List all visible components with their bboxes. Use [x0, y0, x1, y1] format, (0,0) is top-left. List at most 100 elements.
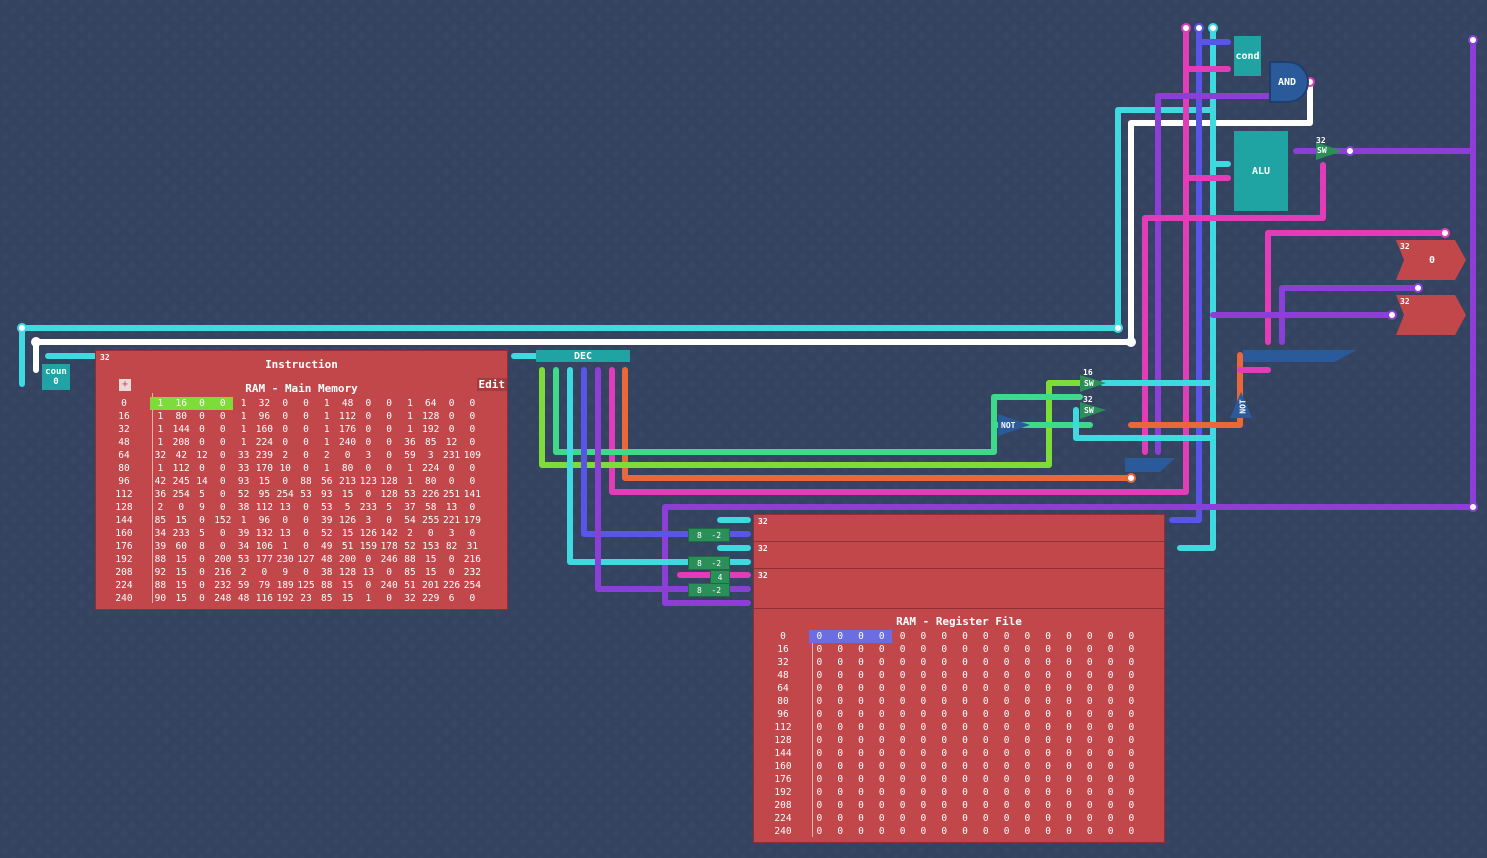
register-cell: 0	[829, 630, 851, 643]
register-cell: 0	[962, 813, 968, 824]
memory-cell: 189	[276, 580, 294, 591]
memory-cell: 224	[255, 437, 273, 448]
memory-cell: 48	[341, 398, 354, 409]
memory-cell: 229	[422, 593, 440, 604]
memory-cell: 88	[154, 554, 167, 565]
register-cell: 0	[899, 670, 906, 681]
reg-chip-2[interactable]: 8 -2	[688, 556, 730, 570]
register-cell: 0	[920, 826, 927, 837]
instruction-panel[interactable]: 32 Instruction RAM - Main Memory Edit + …	[95, 350, 508, 610]
register-cell: 0	[1066, 774, 1072, 785]
register-cell: 0	[941, 774, 948, 785]
counter-component[interactable]: coun 0	[42, 364, 70, 390]
memory-cell: 39	[154, 541, 167, 552]
register-cell: 0	[1107, 813, 1114, 824]
memory-cell: 0	[344, 450, 351, 461]
memory-cell: 0	[303, 515, 309, 526]
dec-component[interactable]: DEC	[536, 350, 630, 362]
register-cell: 0	[941, 787, 948, 798]
register-cell: 0	[1107, 774, 1114, 785]
memory-address: 32	[118, 424, 130, 435]
memory-cell: 178	[380, 541, 398, 552]
register-cell: 0	[1003, 631, 1010, 642]
register-cell: 0	[1045, 748, 1052, 759]
memory-cell: 125	[297, 580, 315, 591]
memory-cell: 232	[214, 580, 232, 591]
register-cell: 0	[1066, 670, 1072, 681]
cond-component[interactable]: cond	[1234, 36, 1261, 76]
and-gate[interactable]: AND	[1270, 72, 1304, 92]
register-cell: 0	[962, 670, 968, 681]
register-header-3[interactable]: 32	[753, 568, 1165, 610]
memory-cell: 93	[237, 476, 250, 487]
memory-cell: 0	[386, 567, 393, 578]
memory-cell: 231	[442, 450, 461, 461]
memory-cell: 0	[219, 476, 226, 487]
register-file-panel[interactable]: RAM - Register File 0 0 0 0 0 0 0 0 0 0 0 0 0 0 0 0 0 16 0…	[753, 608, 1165, 843]
memory-cell: 53	[404, 489, 416, 500]
register-cell: 0	[962, 657, 968, 668]
memory-cell: 80	[425, 476, 437, 487]
register-address: 32	[777, 657, 789, 668]
memory-cell: 230	[276, 554, 294, 565]
register-cell: 0	[1128, 709, 1135, 720]
output-0-bits: 32	[1400, 242, 1410, 251]
register-cell: 0	[1066, 683, 1072, 694]
reg-chip-1[interactable]: 8 -2	[688, 528, 730, 542]
register-cell: 0	[1024, 735, 1031, 746]
memory-cell: 0	[448, 476, 455, 487]
register-cell: 0	[899, 631, 906, 642]
wire-magenta-vertical	[609, 25, 1189, 495]
scroll-handle-icon[interactable]: +	[119, 379, 131, 391]
register-cell: 0	[941, 761, 948, 772]
register-cell: 0	[1003, 722, 1010, 733]
memory-cell: 112	[255, 502, 273, 513]
register-cell: 0	[1003, 735, 1010, 746]
reg-chip-3[interactable]: 4	[710, 570, 730, 584]
memory-cell: 128	[422, 411, 440, 422]
register-header-2[interactable]: 32	[753, 541, 1165, 570]
register-cell: 0	[878, 748, 885, 759]
memory-cell: 48	[237, 593, 250, 604]
register-cell: 0	[941, 670, 948, 681]
register-header-1[interactable]: 32	[753, 514, 1165, 543]
register-cell: 0	[1045, 709, 1052, 720]
register-row: 176 0 0 0 0 0 0 0 0 0 0 0 0 0 0 0 0	[757, 773, 1142, 786]
memory-cell: 0	[199, 580, 205, 591]
memory-cell: 1	[407, 398, 413, 409]
memory-cell: 0	[448, 463, 455, 474]
memory-cell: 15	[341, 489, 354, 500]
memory-cell: 0	[365, 437, 372, 448]
memory-address: 176	[115, 541, 133, 552]
memory-cell: 152	[214, 515, 232, 526]
register-cell: 0	[1003, 696, 1010, 707]
memory-cell: 0	[282, 515, 289, 526]
alu-component[interactable]: ALU	[1234, 131, 1288, 211]
memory-cell: 38	[321, 567, 333, 578]
register-cell: 0	[878, 735, 885, 746]
memory-cell: 0	[469, 502, 476, 513]
register-cell: 0	[982, 813, 989, 824]
memory-cell: 15	[425, 554, 437, 565]
register-cell: 0	[1128, 683, 1135, 694]
memory-cell: 0	[365, 463, 372, 474]
reg-chip-2-neg: -2	[711, 558, 722, 568]
register-cell: 0	[941, 657, 948, 668]
register-cell: 0	[837, 709, 844, 720]
register-cell: 0	[1024, 722, 1031, 733]
memory-cell: 0	[282, 398, 289, 409]
register-cell: 0	[920, 631, 927, 642]
edit-button[interactable]: Edit	[476, 378, 507, 391]
register-cell: 0	[1086, 800, 1093, 811]
register-cell: 0	[920, 709, 927, 720]
register-row: 160 0 0 0 0 0 0 0 0 0 0 0 0 0 0 0 0	[757, 760, 1142, 773]
register-cell: 0	[1045, 826, 1052, 837]
register-cell: 0	[982, 761, 989, 772]
memory-cell: 39	[237, 528, 250, 539]
register-cell: 0	[837, 748, 844, 759]
register-cell: 0	[1045, 670, 1052, 681]
memory-cell: 0	[282, 411, 289, 422]
reg-chip-4[interactable]: 8 -2	[688, 583, 730, 597]
register-address: 176	[774, 774, 792, 785]
register-cell: 0	[1128, 644, 1135, 655]
